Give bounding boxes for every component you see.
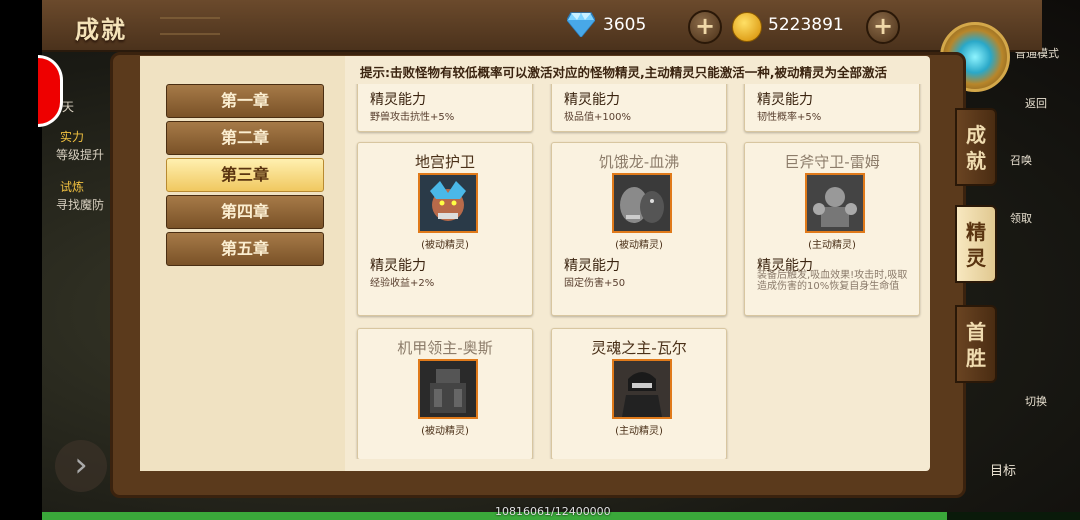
side-label-levelup: 等级提升 [56, 148, 105, 162]
spirit-card-dungeon-guard[interactable]: 地宫护卫 (被动精灵) 精灵能力 经验收益+2% [357, 142, 533, 316]
spirit-type: (被动精灵) [615, 240, 663, 251]
diamond-count: 3605 [603, 15, 647, 35]
monster-portrait [418, 173, 478, 233]
spirit-card[interactable]: 精灵能力 韧性概率+5% [744, 84, 920, 132]
spirit-name: 地宫护卫 [414, 153, 475, 171]
monster-portrait [612, 173, 672, 233]
mech-portrait-icon [420, 361, 476, 417]
hint-text: 提示:击败怪物有较低概率可以激活对应的怪物精灵,主动精灵只能激活一种,被动精灵为… [360, 65, 887, 80]
target-button[interactable]: 目标 [990, 460, 1016, 479]
tab-first-win[interactable]: 首胜 [955, 305, 997, 383]
side-label-seek: 寻找魔防 [56, 198, 105, 212]
spirit-type: (被动精灵) [421, 240, 469, 251]
ability-title: 精灵能力 [370, 258, 426, 274]
tab-achievement[interactable]: 成就 [955, 108, 997, 186]
spirit-card-axe-guard[interactable]: 巨斧守卫-雷姆 (主动精灵) 精灵能力 装备后触发,吸血效果!攻击时,吸取造成伤… [744, 142, 920, 316]
guardian-portrait-icon [420, 175, 476, 231]
chapter-button-3[interactable]: 第三章 [166, 158, 324, 192]
ability-desc: 野兽攻击抗性+5% [370, 112, 455, 123]
tab-label: 首胜 [966, 320, 986, 370]
ability-desc: 装备后触发,吸血效果!攻击时,吸取造成伤害的10%恢复自身生命值 [757, 270, 908, 292]
spirit-card-soul-lord[interactable]: 灵魂之主-瓦尔 (主动精灵) [551, 328, 727, 459]
back-button[interactable]: 返回 [1025, 95, 1047, 111]
spirit-name: 饥饿龙-血沸 [598, 153, 680, 171]
ability-desc: 固定伤害+50 [564, 278, 626, 289]
switch-button[interactable]: 切换 [1025, 393, 1047, 409]
monster-portrait [612, 359, 672, 419]
exp-progress-text: 10816061/12400000 [495, 505, 611, 518]
tab-label: 精灵 [966, 220, 986, 270]
spirit-card-grid[interactable]: 精灵能力 野兽攻击抗性+5% 精灵能力 极品值+100% 精灵能力 韧性概率+5… [345, 84, 930, 459]
dragon-portrait-icon [614, 175, 670, 231]
coin-count: 5223891 [768, 15, 844, 35]
add-diamond-button[interactable]: + [688, 10, 722, 44]
spirit-name: 巨斧守卫-雷姆 [784, 153, 880, 171]
title-ornament [160, 17, 220, 35]
chapter-button-5[interactable]: 第五章 [166, 232, 324, 266]
ability-desc: 极品值+100% [564, 112, 631, 123]
tab-label: 成就 [966, 123, 986, 173]
monster-portrait [418, 359, 478, 419]
chapter-button-1[interactable]: 第一章 [166, 84, 324, 118]
spirit-card-hungry-dragon[interactable]: 饥饿龙-血沸 (被动精灵) 精灵能力 固定伤害+50 [551, 142, 727, 316]
diamond-icon [567, 12, 595, 37]
ability-title: 精灵能力 [564, 92, 620, 108]
side-label-day: 天 [62, 100, 75, 114]
add-coin-button[interactable]: + [866, 10, 900, 44]
spirit-type: (被动精灵) [421, 426, 469, 437]
spirit-name: 灵魂之主-瓦尔 [591, 339, 687, 357]
screen-edge [0, 0, 42, 520]
monster-portrait [805, 173, 865, 233]
claim-label[interactable]: 领取 [1010, 210, 1032, 226]
chevron-right-icon[interactable]: › [55, 440, 107, 492]
soul-lord-portrait-icon [614, 361, 670, 417]
side-label-trial: 试炼 [60, 180, 85, 194]
coin-icon [732, 12, 762, 42]
summon-label[interactable]: 召唤 [1010, 152, 1032, 168]
spirit-type: (主动精灵) [808, 240, 856, 251]
axe-guard-portrait-icon [807, 175, 863, 231]
ability-desc: 韧性概率+5% [757, 112, 822, 123]
chapter-button-2[interactable]: 第二章 [166, 121, 324, 155]
spirit-type: (主动精灵) [615, 426, 663, 437]
ability-title: 精灵能力 [564, 258, 620, 274]
tab-spirit[interactable]: 精灵 [955, 205, 997, 283]
spirit-card-mech-lord[interactable]: 机甲领主-奥斯 (被动精灵) [357, 328, 533, 459]
spirit-card[interactable]: 精灵能力 野兽攻击抗性+5% [357, 84, 533, 132]
spirit-card[interactable]: 精灵能力 极品值+100% [551, 84, 727, 132]
page-title: 成就 [75, 16, 127, 44]
chapter-button-4[interactable]: 第四章 [166, 195, 324, 229]
ability-desc: 经验收益+2% [370, 278, 435, 289]
ability-title: 精灵能力 [370, 92, 426, 108]
spirit-name: 机甲领主-奥斯 [397, 339, 493, 357]
side-label-strength: 实力 [60, 130, 85, 144]
ability-title: 精灵能力 [757, 92, 813, 108]
